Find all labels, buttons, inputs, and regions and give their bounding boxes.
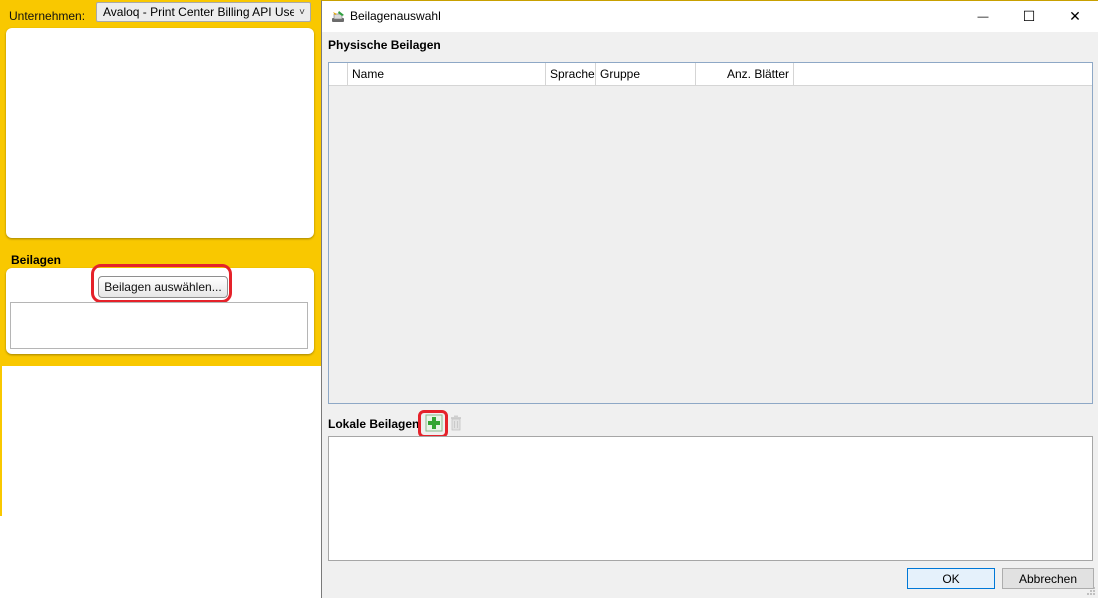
company-select[interactable]: Avaloq - Print Center Billing API Use ˅ bbox=[96, 2, 311, 22]
delete-local-insert-button[interactable] bbox=[447, 414, 465, 432]
background-app-edge bbox=[0, 366, 2, 516]
company-details-panel bbox=[6, 28, 314, 238]
inserts-dialog: Beilagenauswahl — ☐ ✕ Physische Beilagen… bbox=[321, 0, 1098, 598]
maximize-icon: ☐ bbox=[1022, 8, 1036, 24]
selected-inserts-list[interactable] bbox=[10, 302, 308, 349]
resize-grip-icon[interactable] bbox=[1086, 586, 1096, 596]
column-header-group[interactable]: Gruppe bbox=[596, 63, 696, 85]
column-header-name[interactable]: Name bbox=[348, 63, 546, 85]
add-icon bbox=[425, 414, 443, 432]
inserts-section-title: Beilagen bbox=[11, 253, 62, 267]
grid-header: Name Sprache Gruppe Anz. Blätter bbox=[329, 63, 1092, 86]
column-header-language[interactable]: Sprache bbox=[546, 63, 596, 85]
dialog-titlebar[interactable]: Beilagenauswahl — ☐ ✕ bbox=[322, 1, 1098, 32]
ok-button[interactable]: OK bbox=[907, 568, 995, 589]
local-inserts-row: Lokale Beilagen bbox=[328, 414, 419, 434]
cancel-button[interactable]: Abbrechen bbox=[1002, 568, 1094, 589]
maximize-button[interactable]: ☐ bbox=[1006, 1, 1052, 32]
company-select-value: Avaloq - Print Center Billing API Use bbox=[103, 5, 294, 19]
trash-icon bbox=[451, 415, 461, 431]
select-inserts-button[interactable]: Beilagen auswählen... bbox=[98, 276, 228, 298]
column-header-sheet-count[interactable]: Anz. Blätter bbox=[696, 63, 794, 85]
physical-inserts-grid[interactable]: Name Sprache Gruppe Anz. Blätter bbox=[328, 62, 1093, 404]
company-label: Unternehmen: bbox=[9, 9, 86, 23]
physical-inserts-title: Physische Beilagen bbox=[328, 38, 441, 52]
dialog-title: Beilagenauswahl bbox=[350, 9, 441, 23]
background-app-window: Unternehmen: Avaloq - Print Center Billi… bbox=[0, 0, 322, 366]
chevron-down-icon: ˅ bbox=[299, 6, 305, 18]
close-button[interactable]: ✕ bbox=[1052, 1, 1098, 32]
add-local-insert-button[interactable] bbox=[425, 414, 443, 432]
company-row: Unternehmen: bbox=[9, 6, 85, 26]
row-selector-header bbox=[329, 63, 348, 85]
local-inserts-title: Lokale Beilagen bbox=[328, 417, 420, 431]
app-icon bbox=[332, 11, 344, 22]
local-inserts-list[interactable] bbox=[328, 436, 1093, 561]
inserts-panel: Beilagen auswählen... bbox=[6, 264, 314, 354]
close-icon: ✕ bbox=[1069, 8, 1081, 24]
minimize-button[interactable]: — bbox=[960, 1, 1006, 32]
minimize-icon: — bbox=[977, 10, 989, 23]
